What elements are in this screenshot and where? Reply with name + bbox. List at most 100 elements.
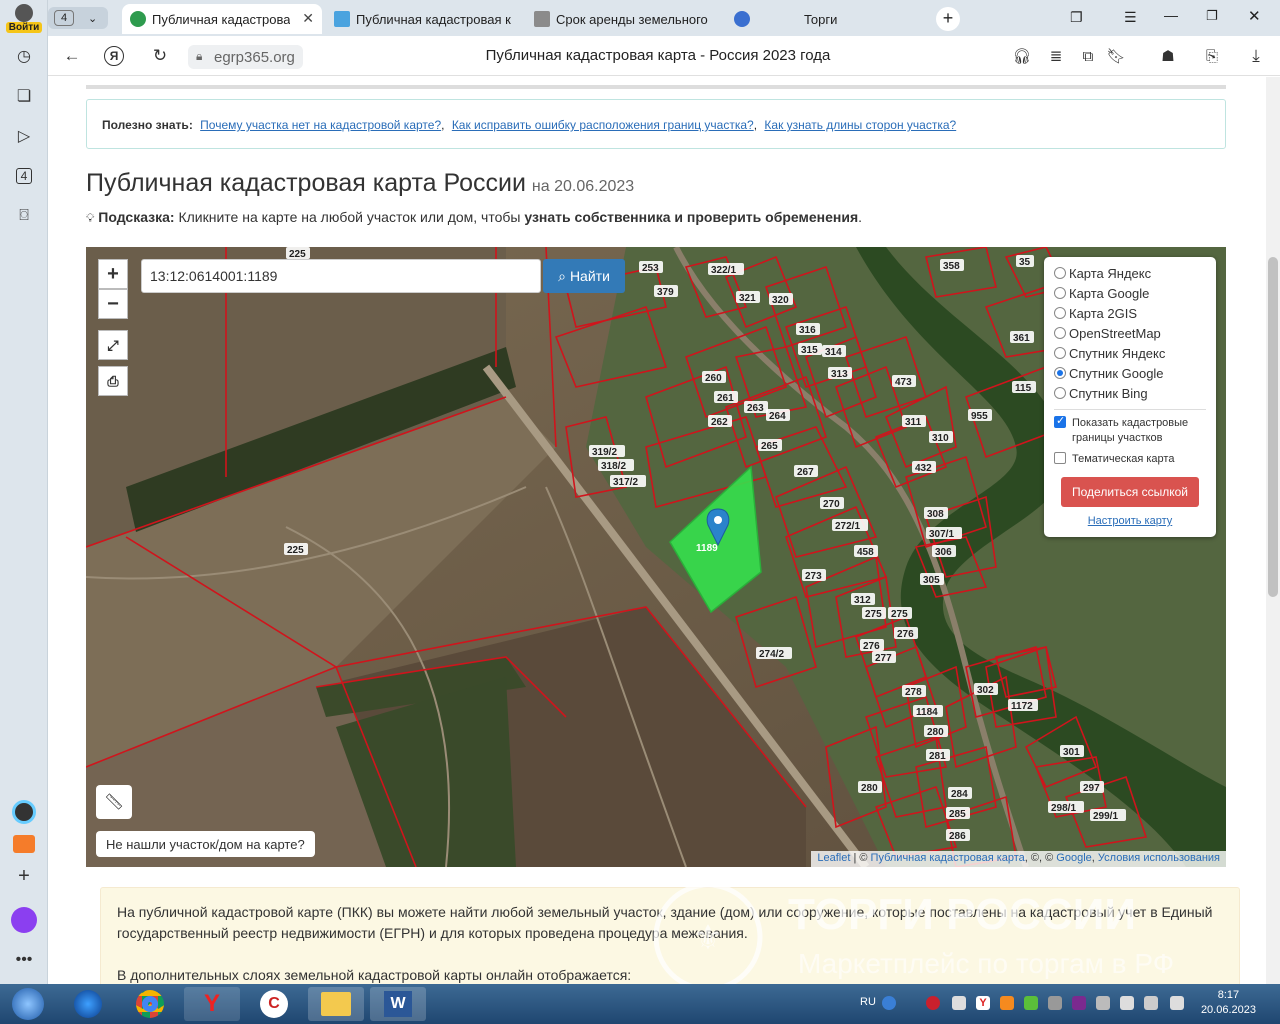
- parcel-number-label[interactable]: 317/2: [613, 477, 638, 488]
- close-window-button[interactable]: ✕: [1248, 7, 1261, 25]
- check-tray-icon[interactable]: [1024, 996, 1038, 1010]
- radio-button[interactable]: [1054, 347, 1066, 359]
- lock-tray-icon[interactable]: [952, 996, 966, 1010]
- scrollbar-thumb[interactable]: [1268, 257, 1278, 597]
- parcel-number-label[interactable]: 267: [797, 467, 814, 478]
- parcel-number-label[interactable]: 319/2: [592, 447, 617, 458]
- parcel-number-label[interactable]: 299/1: [1093, 811, 1118, 822]
- onenote-icon[interactable]: [1072, 996, 1086, 1010]
- parcel-number-label[interactable]: 361: [1013, 333, 1030, 344]
- parcel-number-label[interactable]: 285: [949, 809, 966, 820]
- language-indicator[interactable]: RU: [860, 996, 876, 1008]
- fullscreen-icon[interactable]: ⤢: [98, 330, 128, 360]
- parcel-number-label[interactable]: 272/1: [835, 521, 860, 532]
- parcel-number-label[interactable]: 321: [739, 293, 756, 304]
- parcel-number-label[interactable]: 314: [825, 347, 842, 358]
- more-icon[interactable]: •••: [8, 944, 40, 976]
- tab-group-selector[interactable]: 4 ⌄: [48, 7, 108, 29]
- power-icon[interactable]: [1144, 996, 1158, 1010]
- volume-icon[interactable]: [1170, 996, 1184, 1010]
- thematic-map-checkbox[interactable]: Тематическая карта: [1054, 452, 1206, 467]
- anydesk-icon[interactable]: [1000, 996, 1014, 1010]
- parcel-number-label[interactable]: 318/2: [601, 461, 626, 472]
- link-fix-error[interactable]: Как исправить ошибку расположения границ…: [452, 118, 754, 132]
- history-icon[interactable]: ◷: [8, 40, 40, 72]
- login-button[interactable]: Войти: [6, 4, 42, 33]
- collections-icon[interactable]: ❐: [1070, 9, 1083, 26]
- parcel-number-label[interactable]: 275: [891, 609, 908, 620]
- parcel-number-label[interactable]: 273: [805, 571, 822, 582]
- parcel-number-label[interactable]: 284: [951, 789, 968, 800]
- parcel-number-label[interactable]: 432: [915, 463, 932, 474]
- radio-button[interactable]: [1054, 387, 1066, 399]
- parcel-number-label[interactable]: 473: [895, 377, 912, 388]
- parcel-number-label[interactable]: 1172: [1011, 701, 1033, 712]
- parcel-number-label[interactable]: 280: [927, 727, 944, 738]
- parcel-number-label[interactable]: 35: [1019, 257, 1031, 268]
- help-icon[interactable]: [882, 996, 896, 1010]
- parcel-number-label[interactable]: 275: [865, 609, 882, 620]
- layer-option[interactable]: Спутник Яндекс: [1054, 343, 1206, 363]
- google-link[interactable]: Google: [1056, 852, 1091, 864]
- parcel-number-label[interactable]: 308: [927, 509, 944, 520]
- menu-icon[interactable]: ☰: [1124, 9, 1137, 26]
- parcel-number-label[interactable]: 1184: [916, 707, 938, 718]
- parcel-number-label[interactable]: 312: [854, 595, 871, 606]
- parcel-number-label[interactable]: 260: [705, 373, 722, 384]
- camera-icon[interactable]: ⌼: [8, 200, 40, 232]
- cadastral-search-input[interactable]: [141, 259, 541, 293]
- scrollbar[interactable]: [1266, 77, 1280, 984]
- parcel-number-label[interactable]: 276: [897, 629, 914, 640]
- parcel-number-label[interactable]: 261: [717, 393, 734, 404]
- print-icon[interactable]: ⎙: [98, 366, 128, 396]
- tab-torgi[interactable]: Торги: [726, 4, 922, 34]
- pkk-link[interactable]: Публичная кадастровая карта: [871, 852, 1025, 864]
- layer-option[interactable]: Карта Яндекс: [1054, 263, 1206, 283]
- assistant-icon[interactable]: [8, 904, 40, 936]
- checkbox[interactable]: [1054, 452, 1066, 464]
- checkbox[interactable]: [1054, 414, 1066, 429]
- configure-map-link[interactable]: Настроить карту: [1054, 515, 1206, 527]
- add-icon[interactable]: +: [8, 860, 40, 892]
- play-icon[interactable]: ▷: [8, 120, 40, 152]
- headphones-icon[interactable]: 🎧︎: [1010, 44, 1034, 68]
- parcel-number-label[interactable]: 281: [929, 751, 946, 762]
- url-field[interactable]: 🔒︎ egrp365.org: [188, 45, 303, 69]
- parcel-number-label[interactable]: 253: [642, 263, 659, 274]
- parcel-number-label[interactable]: 458: [857, 547, 874, 558]
- downloads-list-icon[interactable]: ⎘: [1200, 44, 1224, 68]
- parcel-number-label[interactable]: 298/1: [1051, 803, 1076, 814]
- c-app-icon[interactable]: C: [246, 987, 302, 1021]
- parcel-number-label[interactable]: 306: [935, 547, 952, 558]
- parcel-number-label[interactable]: 315: [801, 345, 818, 356]
- parcel-number-label[interactable]: 316: [799, 325, 816, 336]
- layer-option[interactable]: OpenStreetMap: [1054, 323, 1206, 343]
- radio-button[interactable]: [1054, 367, 1066, 379]
- parcel-number-label[interactable]: 286: [949, 831, 966, 842]
- parcel-number-label[interactable]: 322/1: [711, 265, 736, 276]
- tab-rent[interactable]: Срок аренды земельного: [526, 4, 722, 34]
- layer-option[interactable]: Карта Google: [1054, 283, 1206, 303]
- tab-pkk-active[interactable]: Публичная кадастрова ✕: [122, 4, 322, 34]
- parcel-number-label[interactable]: 225: [287, 545, 304, 556]
- radio-button[interactable]: [1054, 307, 1066, 319]
- alice-icon[interactable]: [8, 796, 40, 828]
- radio-button[interactable]: [1054, 327, 1066, 339]
- link-side-lengths[interactable]: Как узнать длины сторон участка?: [764, 118, 956, 132]
- chrome-icon[interactable]: [122, 987, 178, 1021]
- link-no-parcel[interactable]: Почему участка нет на кадастровой карте?: [200, 118, 441, 132]
- badge-counter[interactable]: 4: [8, 160, 40, 192]
- explorer-icon[interactable]: [308, 987, 364, 1021]
- reader-icon[interactable]: ≣: [1044, 44, 1068, 68]
- parcel-number-label[interactable]: 276: [863, 641, 880, 652]
- not-found-button[interactable]: Не нашли участок/дом на карте?: [96, 831, 315, 857]
- extensions-icon[interactable]: ⧉: [1076, 44, 1100, 68]
- network-icon[interactable]: [1096, 996, 1110, 1010]
- parcel-number-label[interactable]: 305: [923, 575, 940, 586]
- flag-icon[interactable]: [1120, 996, 1134, 1010]
- parcel-number-label[interactable]: 115: [1015, 383, 1032, 394]
- parcel-number-label[interactable]: 262: [711, 417, 728, 428]
- layer-option[interactable]: Спутник Google: [1054, 363, 1206, 383]
- parcel-number-label[interactable]: 278: [905, 687, 922, 698]
- parcel-number-label[interactable]: 302: [977, 685, 994, 696]
